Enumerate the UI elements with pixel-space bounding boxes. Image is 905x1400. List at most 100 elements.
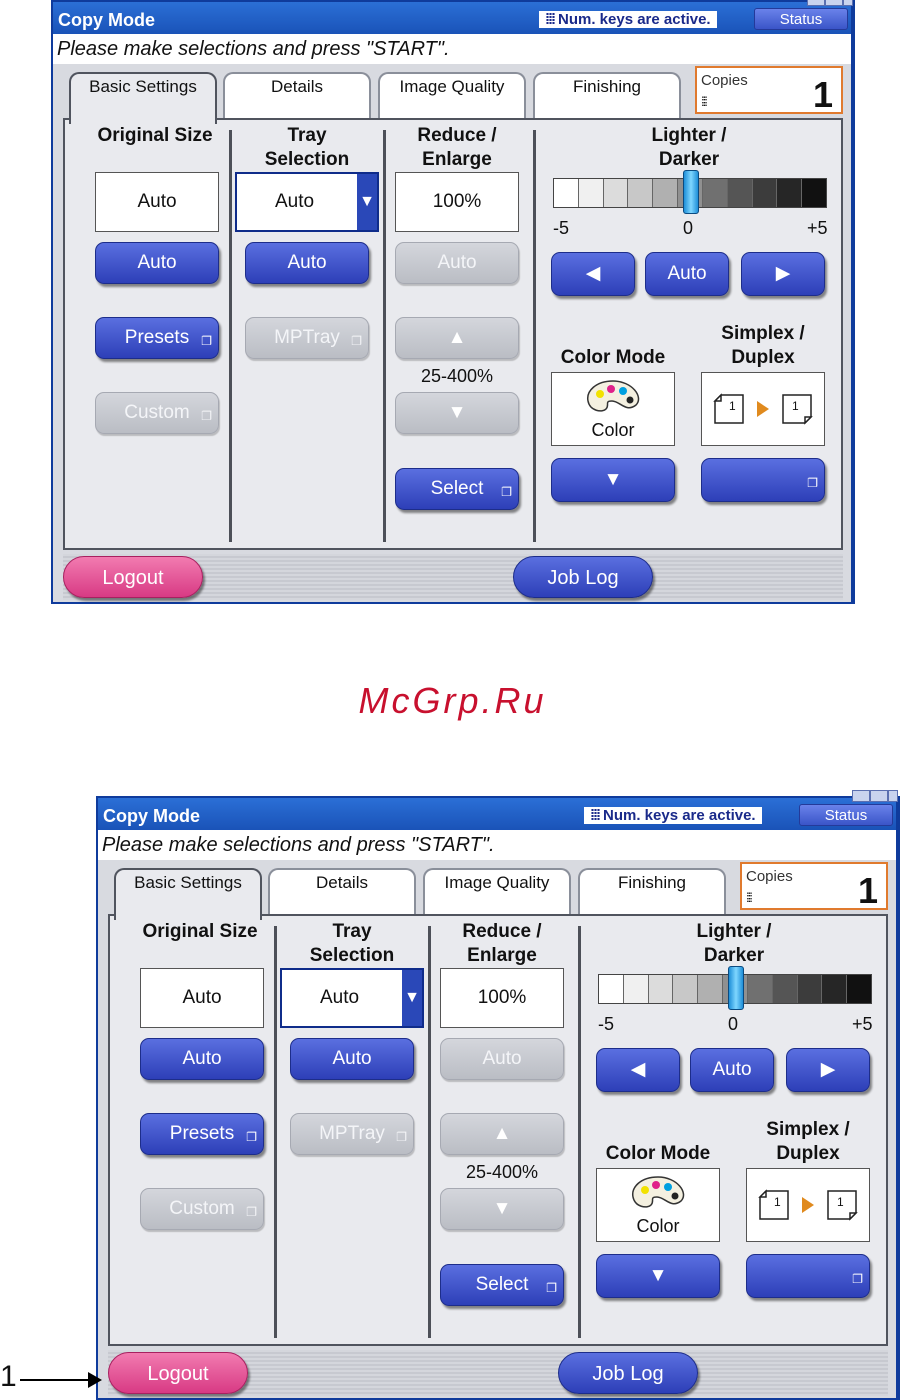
reduce-title-line2: Enlarge bbox=[422, 149, 492, 170]
palette-icon bbox=[587, 380, 640, 412]
reduce-title-line2: Enlarge bbox=[467, 945, 537, 966]
minimize-icon[interactable] bbox=[852, 790, 870, 802]
dropdown-arrow-icon[interactable]: ▼ bbox=[357, 174, 377, 230]
zoom-select-button[interactable]: Select ❐ bbox=[440, 1264, 564, 1306]
zoom-up-button[interactable]: ▲ bbox=[440, 1113, 564, 1155]
work-area: Basic Settings Details Image Quality Fin… bbox=[98, 860, 896, 1398]
duplex-page-num-left: 1 bbox=[774, 1195, 781, 1209]
darker-button[interactable]: ▶ bbox=[741, 252, 825, 296]
color-mode-down-button[interactable]: ▼ bbox=[596, 1254, 720, 1298]
zoom-down-button[interactable]: ▼ bbox=[440, 1188, 564, 1230]
mptray-button[interactable]: MPTray ❐ bbox=[290, 1113, 414, 1155]
density-mid-label: 0 bbox=[683, 218, 694, 238]
window-title: Copy Mode bbox=[58, 10, 155, 30]
submenu-icon: ❐ bbox=[852, 1272, 863, 1286]
density-auto-button[interactable]: Auto bbox=[645, 252, 729, 296]
copies-value: 1 bbox=[857, 870, 878, 911]
logout-button[interactable]: Logout bbox=[108, 1352, 248, 1394]
tray-select[interactable]: Auto ▼ bbox=[280, 968, 424, 1028]
minimize-icon[interactable] bbox=[807, 0, 825, 6]
color-mode-value: Color bbox=[591, 420, 635, 440]
original-size-auto-button[interactable]: Auto bbox=[140, 1038, 264, 1080]
original-size-title: Original Size bbox=[97, 125, 213, 146]
custom-button[interactable]: Custom ❐ bbox=[95, 392, 219, 434]
reduce-title-line1: Reduce / bbox=[462, 921, 542, 942]
submenu-icon: ❐ bbox=[351, 334, 362, 348]
simplex-to-simplex-icon bbox=[713, 393, 813, 425]
job-log-button[interactable]: Job Log bbox=[513, 556, 653, 598]
column-divider bbox=[533, 130, 536, 542]
density-mid-label: 0 bbox=[728, 1014, 739, 1034]
duplex-select-button[interactable]: ❐ bbox=[701, 458, 825, 502]
density-auto-button[interactable]: Auto bbox=[690, 1048, 774, 1092]
num-keys-text: Num. keys are active. bbox=[558, 11, 711, 28]
duplex-page-num-right: 1 bbox=[792, 399, 799, 413]
work-area: Basic Settings Details Image Quality Fin… bbox=[53, 64, 851, 602]
density-slider-thumb[interactable] bbox=[728, 966, 744, 1010]
tray-auto-button[interactable]: Auto bbox=[290, 1038, 414, 1080]
tray-value: Auto bbox=[275, 191, 315, 212]
tab-image-quality[interactable]: Image Quality bbox=[378, 72, 526, 118]
density-slider-thumb[interactable] bbox=[683, 170, 699, 214]
color-mode-value: Color bbox=[636, 1216, 680, 1236]
column-divider bbox=[229, 130, 232, 542]
maximize-icon[interactable] bbox=[870, 790, 888, 802]
custom-label: Custom bbox=[169, 1198, 235, 1219]
tab-basic-settings[interactable]: Basic Settings bbox=[69, 72, 217, 124]
original-size-auto-button[interactable]: Auto bbox=[95, 242, 219, 284]
duplex-title-line2: Duplex bbox=[731, 347, 795, 368]
tab-image-quality[interactable]: Image Quality bbox=[423, 868, 571, 914]
presets-button[interactable]: Presets ❐ bbox=[140, 1113, 264, 1155]
tab-finishing[interactable]: Finishing bbox=[533, 72, 681, 118]
density-min-label: -5 bbox=[598, 1014, 615, 1034]
duplex-select-button[interactable]: ❐ bbox=[746, 1254, 870, 1298]
logout-button[interactable]: Logout bbox=[63, 556, 203, 598]
color-mode-display: Color bbox=[551, 372, 675, 446]
mptray-button[interactable]: MPTray ❐ bbox=[245, 317, 369, 359]
lighter-button[interactable]: ◀ bbox=[551, 252, 635, 296]
custom-button[interactable]: Custom ❐ bbox=[140, 1188, 264, 1230]
tab-finishing[interactable]: Finishing bbox=[578, 868, 726, 914]
status-button[interactable]: Status bbox=[754, 8, 848, 30]
presets-button[interactable]: Presets ❐ bbox=[95, 317, 219, 359]
tray-title-line1: Tray bbox=[332, 921, 372, 942]
dropdown-arrow-icon[interactable]: ▼ bbox=[402, 970, 422, 1026]
keypad-icon: ⁞⁞⁞ bbox=[545, 11, 556, 28]
tray-value: Auto bbox=[320, 987, 360, 1008]
duplex-page-num-left: 1 bbox=[729, 399, 736, 413]
palette-icon bbox=[632, 1176, 685, 1208]
zoom-auto-button[interactable]: Auto bbox=[440, 1038, 564, 1080]
close-icon[interactable] bbox=[843, 0, 853, 6]
color-mode-down-button[interactable]: ▼ bbox=[551, 458, 675, 502]
tab-basic-settings[interactable]: Basic Settings bbox=[114, 868, 262, 920]
zoom-range-label: 25-400% bbox=[420, 366, 494, 386]
maximize-icon[interactable] bbox=[825, 0, 843, 6]
zoom-auto-button[interactable]: Auto bbox=[395, 242, 519, 284]
color-mode-title: Color Mode bbox=[605, 1143, 711, 1164]
zoom-up-button[interactable]: ▲ bbox=[395, 317, 519, 359]
tray-title-line2: Selection bbox=[309, 945, 395, 966]
original-size-field: Auto bbox=[140, 968, 264, 1028]
duplex-title-line2: Duplex bbox=[776, 1143, 840, 1164]
duplex-title: Simplex / Duplex bbox=[695, 322, 831, 370]
close-icon[interactable] bbox=[888, 790, 898, 802]
tab-details[interactable]: Details bbox=[223, 72, 371, 118]
tray-select[interactable]: Auto ▼ bbox=[235, 172, 379, 232]
lighter-button[interactable]: ◀ bbox=[596, 1048, 680, 1092]
submenu-icon: ❐ bbox=[201, 334, 212, 348]
select-label: Select bbox=[430, 478, 484, 499]
num-keys-notice: ⁞⁞⁞ Num. keys are active. bbox=[539, 11, 717, 28]
status-button[interactable]: Status bbox=[799, 804, 893, 826]
copies-counter[interactable]: Copies ⁞⁞⁞ 1 bbox=[695, 66, 843, 115]
density-max-label: +5 bbox=[852, 1014, 873, 1034]
darker-button[interactable]: ▶ bbox=[786, 1048, 870, 1092]
zoom-down-button[interactable]: ▼ bbox=[395, 392, 519, 434]
copies-counter[interactable]: Copies ⁞⁞⁞ 1 bbox=[740, 862, 888, 911]
tab-details[interactable]: Details bbox=[268, 868, 416, 914]
job-log-button[interactable]: Job Log bbox=[558, 1352, 698, 1394]
zoom-select-button[interactable]: Select ❐ bbox=[395, 468, 519, 510]
tray-auto-button[interactable]: Auto bbox=[245, 242, 369, 284]
keypad-icon: ⁞⁞⁞ bbox=[746, 890, 753, 905]
instruction-message: Please make selections and press "START"… bbox=[98, 830, 896, 860]
custom-label: Custom bbox=[124, 402, 190, 423]
